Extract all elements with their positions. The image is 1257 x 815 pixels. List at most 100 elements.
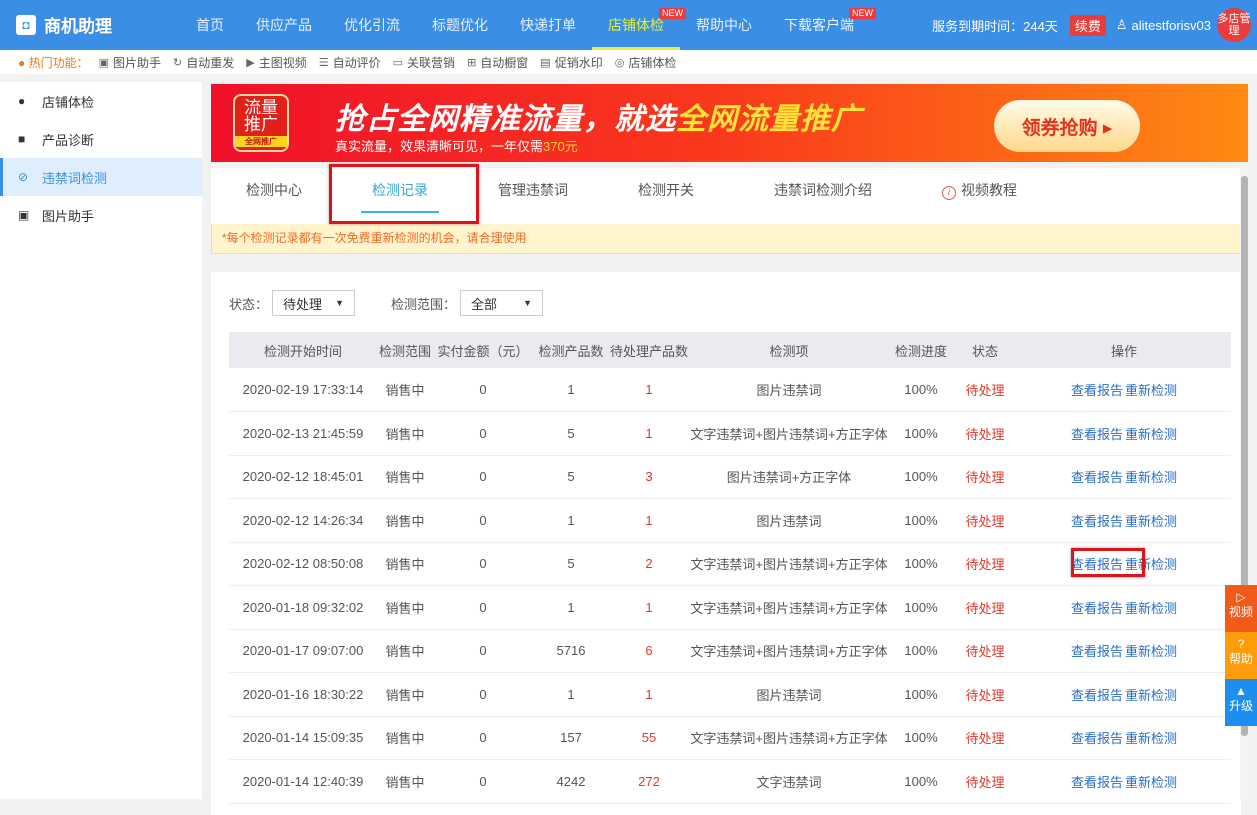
records-panel: 状态： 待处理 ▼ 检测范围： 全部 ▼ 检测开始时间 检测范围 实付金额（元） 检测产品… xyxy=(211,272,1241,815)
recheck-link[interactable]: 重新检测 xyxy=(1125,775,1177,790)
nav-item[interactable]: 店铺体检 NEW xyxy=(592,0,686,50)
nav-item[interactable]: 首页 xyxy=(180,0,240,50)
tab[interactable]: 管理违禁词 xyxy=(463,168,603,224)
renew-button[interactable]: 续费 xyxy=(1069,14,1106,36)
cell-products: 5 xyxy=(567,425,575,441)
view-report-link[interactable]: 查看报告 xyxy=(1071,688,1123,703)
cell-scope: 销售中 xyxy=(385,687,425,703)
tab[interactable]: i 视频教程 xyxy=(907,168,1052,224)
sidebar-item[interactable]: ■ 产品诊断 xyxy=(0,120,202,158)
nav-item[interactable]: 优化引流 xyxy=(328,0,416,50)
watermark-icon: ▤ xyxy=(540,56,551,69)
view-report-link[interactable]: 查看报告 xyxy=(1071,514,1123,529)
recheck-link[interactable]: 重新检测 xyxy=(1125,731,1177,746)
cell-scope: 销售中 xyxy=(385,731,425,747)
sidebar-item-label: 店铺体检 xyxy=(42,94,95,110)
view-report-link[interactable]: 查看报告 xyxy=(1071,470,1123,485)
float-button-video[interactable]: ▷ 视频 xyxy=(1225,585,1257,632)
banner-cta-button[interactable]: 领券抢购 ▸ xyxy=(994,100,1140,152)
nav-item[interactable]: 快递打单 xyxy=(504,0,592,50)
comment-icon: ☰ xyxy=(318,56,329,69)
user-menu[interactable]: ♙ alitestforisv03 xyxy=(1116,17,1211,33)
hot-function-item[interactable]: ⊞ 自动橱窗 xyxy=(467,54,528,71)
cell-actions: 查看报告 重新检测 xyxy=(1017,716,1231,760)
recheck-link[interactable]: 重新检测 xyxy=(1125,470,1177,485)
cell-time: 2020-01-14 15:09:35 xyxy=(242,730,364,746)
recheck-link[interactable]: 重新检测 xyxy=(1125,601,1177,616)
cell-pending: 1 xyxy=(645,382,653,397)
view-report-link[interactable]: 查看报告 xyxy=(1071,731,1123,746)
cell-actions: 查看报告 重新检测 xyxy=(1017,542,1231,586)
status-filter-label: 状态： xyxy=(229,296,269,312)
nav-item[interactable]: 标题优化 xyxy=(416,0,504,50)
sidebar-item[interactable]: ▣ 图片助手 xyxy=(0,196,202,234)
hot-function-item[interactable]: ↻ 自动重发 xyxy=(173,54,234,71)
cell-status: 待处理 xyxy=(965,774,1005,790)
nav-item-label: 首页 xyxy=(196,17,224,33)
tab[interactable]: 检测开关 xyxy=(603,168,729,224)
table-row: 2020-02-12 08:50:08 销售中 0 5 2 文字违禁词+图片违禁词+方正字… xyxy=(229,542,1231,586)
view-report-link[interactable]: 查看报告 xyxy=(1071,557,1123,572)
scope-filter-label: 检测范围： xyxy=(391,296,457,312)
hot-functions-label: ● 热门功能： xyxy=(18,55,89,70)
main-nav: 首页 供应产品 优化引流 标题优化 快递打单 店铺体检 NEW 帮助中心 下载客户端 NEW xyxy=(180,0,876,50)
recheck-link[interactable]: 重新检测 xyxy=(1125,514,1177,529)
hot-function-item[interactable]: ☰ 自动评价 xyxy=(319,54,381,71)
nav-item-label: 店铺体检 xyxy=(608,17,664,33)
hot-function-item[interactable]: ▶ 主图视频 xyxy=(246,54,306,71)
view-report-link[interactable]: 查看报告 xyxy=(1071,383,1123,398)
tab-label: 检测中心 xyxy=(246,182,302,198)
notice-bar: *每个检测记录都有一次免费重新检测的机会，请合理使用 xyxy=(211,222,1241,254)
float-button-help[interactable]: ? 帮助 xyxy=(1225,632,1257,679)
cell-scope: 销售中 xyxy=(385,383,425,398)
cell-actions: 查看报告 重新检测 xyxy=(1017,368,1231,412)
filter-bar: 状态： 待处理 ▼ 检测范围： 全部 ▼ xyxy=(229,290,1241,316)
sidebar-item[interactable]: ● 店铺体检 xyxy=(0,82,202,120)
nav-item[interactable]: 下载客户端 NEW xyxy=(768,0,876,50)
nav-item[interactable]: 帮助中心 xyxy=(680,0,768,50)
medical-bag-icon: ■ xyxy=(18,132,26,146)
multi-store-button[interactable]: 多店管理 xyxy=(1217,8,1251,42)
promo-banner[interactable]: 流量 推广 全网推广 抢占全网精准流量，就选全网流量推广 真实流量，效果清晰可见，… xyxy=(211,84,1248,162)
recheck-link[interactable]: 重新检测 xyxy=(1125,383,1177,398)
recheck-link[interactable]: 重新检测 xyxy=(1125,644,1177,659)
cell-products: 1 xyxy=(567,599,575,615)
nav-item[interactable]: 供应产品 xyxy=(240,0,328,50)
view-report-link[interactable]: 查看报告 xyxy=(1071,427,1123,442)
cell-actions: 查看报告 重新检测 xyxy=(1017,673,1231,717)
table-row: 2020-02-13 21:45:59 销售中 0 5 1 文字违禁词+图片违禁词+方正字… xyxy=(229,412,1231,455)
status-select[interactable]: 待处理 ▼ xyxy=(272,290,356,316)
table-row: 2020-02-12 18:45:01 销售中 0 5 3 图片违禁词+方正字体 100% 待… xyxy=(229,455,1231,499)
app-logo[interactable]: ◘ 商机助理 xyxy=(16,12,112,37)
tab[interactable]: 违禁词检测介绍 xyxy=(729,168,907,224)
view-report-link[interactable]: 查看报告 xyxy=(1071,601,1123,616)
tab[interactable]: 检测记录 xyxy=(337,168,463,224)
cell-pending: 2 xyxy=(645,556,653,572)
hot-function-label: 店铺体检 xyxy=(628,55,677,70)
recheck-link[interactable]: 重新检测 xyxy=(1125,427,1177,442)
hot-function-item[interactable]: ◎ 店铺体检 xyxy=(615,54,677,71)
hot-function-item[interactable]: ▤ 促销水印 xyxy=(540,54,602,71)
cell-progress: 100% xyxy=(904,512,938,528)
sidebar-item[interactable]: ⊘ 违禁词检测 xyxy=(0,158,202,196)
nav-item-label: 快递打单 xyxy=(520,17,576,33)
cell-status: 待处理 xyxy=(965,513,1005,529)
cell-pending: 3 xyxy=(645,469,653,485)
float-button-up[interactable]: ▲ 升级 xyxy=(1225,679,1257,726)
cell-status: 待处理 xyxy=(965,687,1005,703)
float-button-label: 视频 xyxy=(1228,605,1253,619)
scope-select[interactable]: 全部 ▼ xyxy=(460,290,544,316)
column-header: 实付金额（元） xyxy=(437,343,529,359)
sidebar-item-label: 违禁词检测 xyxy=(42,170,108,186)
column-header: 检测范围 xyxy=(378,343,431,359)
tab[interactable]: 检测中心 xyxy=(211,168,337,224)
view-report-link[interactable]: 查看报告 xyxy=(1071,775,1123,790)
cell-paid: 0 xyxy=(479,425,487,441)
table-row: 2020-01-17 09:07:00 销售中 0 5716 6 文字违禁词+图片违禁词+… xyxy=(229,629,1231,673)
recheck-link[interactable]: 重新检测 xyxy=(1125,557,1177,572)
hot-function-item[interactable]: ▣ 图片助手 xyxy=(99,54,161,71)
hot-function-item[interactable]: ▭ 关联营销 xyxy=(393,54,455,71)
view-report-link[interactable]: 查看报告 xyxy=(1071,644,1123,659)
fire-icon: ● xyxy=(18,55,29,70)
recheck-link[interactable]: 重新检测 xyxy=(1125,688,1177,703)
